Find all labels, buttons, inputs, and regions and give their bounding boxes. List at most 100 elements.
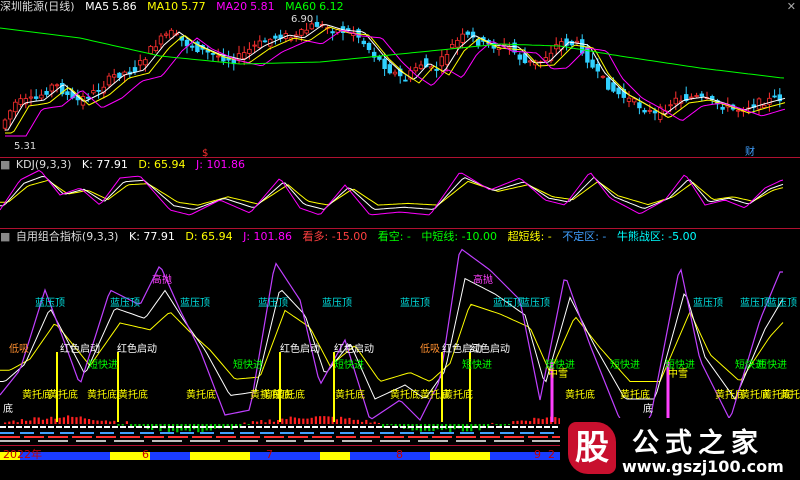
histogram-bar xyxy=(310,417,313,424)
candle xyxy=(106,75,112,86)
histogram-bar xyxy=(382,424,385,428)
candle xyxy=(444,54,450,65)
candle xyxy=(382,58,387,69)
signal-label: 黄托底 xyxy=(48,388,78,401)
candle xyxy=(34,96,39,99)
candle xyxy=(257,40,262,49)
histogram-bar xyxy=(306,418,309,424)
histogram-bar xyxy=(495,424,498,426)
signal-label: 底 xyxy=(643,402,653,415)
histogram-bar xyxy=(503,424,506,426)
histogram-bar xyxy=(533,417,536,424)
candle xyxy=(611,82,616,92)
histogram-bar xyxy=(524,420,527,424)
signal-label: 蓝压顶 xyxy=(520,297,550,309)
histogram-bar xyxy=(251,421,254,424)
histogram-bar xyxy=(335,419,338,424)
signal-label: 黄托底 xyxy=(335,388,365,401)
candle xyxy=(153,46,158,51)
kdj-panel xyxy=(0,169,784,216)
candle xyxy=(647,110,652,112)
signal-label: 蓝压顶 xyxy=(35,297,65,309)
histogram-bar xyxy=(319,416,322,424)
histogram-bar xyxy=(214,424,217,429)
histogram-bar xyxy=(361,421,364,424)
histogram-bar xyxy=(243,422,246,424)
candle xyxy=(736,109,741,112)
legend-chaoduanxian: 超短线: - xyxy=(507,230,552,243)
combo-signal-labels: 高抛蓝压顶 蓝压顶 蓝压顶 蓝压顶 蓝压顶 蓝压顶高抛蓝压顶蓝压顶 蓝压顶 蓝压顶蓝压顶低吸红… xyxy=(3,273,800,415)
candle xyxy=(434,68,439,71)
histogram-bar xyxy=(352,419,355,424)
histogram-bar xyxy=(92,420,95,424)
histogram-bar xyxy=(29,420,32,424)
ma20-line xyxy=(5,30,786,137)
signal-label: 低吸 xyxy=(9,342,29,355)
legend-ma20: MA20 5.81 xyxy=(216,0,275,13)
signal-label: 短快进 xyxy=(88,358,118,371)
candle xyxy=(694,95,699,97)
histogram-bar xyxy=(285,419,288,424)
signal-label: 黄托底 xyxy=(390,388,420,401)
legend-budingqu: 不定区: - xyxy=(562,230,607,243)
signal-label: 短快进 xyxy=(233,358,263,371)
histogram-bar xyxy=(16,422,19,424)
signal-label: 短快进 xyxy=(462,358,492,371)
candle xyxy=(699,93,704,97)
candle xyxy=(756,98,762,110)
signal-label: 中雪 xyxy=(668,367,688,380)
histogram-bar xyxy=(88,419,91,424)
candle xyxy=(517,54,522,60)
combo-legend: ■ 自用组合指标(9,3,3) K: 77.91 D: 65.94 J: 101… xyxy=(0,230,704,244)
histogram-bar xyxy=(138,424,141,427)
signal-label: 黄托底 xyxy=(565,388,595,401)
histogram-bar xyxy=(176,424,179,433)
candle xyxy=(673,97,678,105)
histogram-bar xyxy=(373,421,376,424)
close-panel-button[interactable]: ✕ xyxy=(787,0,796,13)
zone-band xyxy=(430,452,490,460)
price-panel xyxy=(0,15,786,137)
candle xyxy=(28,96,34,99)
candle xyxy=(163,33,169,36)
histogram-bar xyxy=(83,418,86,424)
histogram-bar xyxy=(512,421,515,424)
legend-j: J: 101.86 xyxy=(196,158,245,171)
candle xyxy=(189,45,195,48)
histogram-bar xyxy=(256,421,259,424)
signal-label: 蓝压顶 xyxy=(322,297,352,309)
histogram-bar xyxy=(75,417,78,424)
event-marker: 财 xyxy=(745,145,755,158)
candle xyxy=(403,79,408,82)
histogram-bar xyxy=(529,421,532,424)
candle xyxy=(772,95,777,98)
candle xyxy=(54,84,60,87)
histogram-bar xyxy=(41,419,44,424)
ma60-line xyxy=(0,27,785,79)
low-price-label: 5.31 xyxy=(14,141,36,152)
signal-label: 短快进 xyxy=(334,358,364,371)
combo-title: 自用组合指标(9,3,3) xyxy=(15,230,119,243)
candle xyxy=(7,110,13,120)
histogram-bar xyxy=(289,416,292,424)
signal-label: 蓝压顶 xyxy=(740,297,770,309)
histogram-bar xyxy=(247,424,250,425)
histogram-bar xyxy=(348,417,351,424)
candle xyxy=(574,40,580,43)
candle xyxy=(132,67,138,73)
candle xyxy=(377,56,382,60)
legend-zhongduanxian: 中短线: -10.00 xyxy=(421,230,498,243)
price-title: 深圳能源(日线) xyxy=(0,0,75,13)
histogram-bar xyxy=(369,422,372,424)
histogram-bar xyxy=(302,418,305,424)
candle xyxy=(590,59,595,68)
candle xyxy=(632,98,637,103)
legend-niuxiongzhanqu: 牛熊战区: -5.00 xyxy=(616,230,697,243)
candle xyxy=(439,56,444,67)
histogram-bar xyxy=(537,418,540,424)
ma10-line xyxy=(5,26,786,134)
high-price-label: 6.90 xyxy=(291,14,313,25)
date-label: 9 xyxy=(534,448,541,461)
candle xyxy=(252,44,257,47)
candle xyxy=(330,31,335,34)
